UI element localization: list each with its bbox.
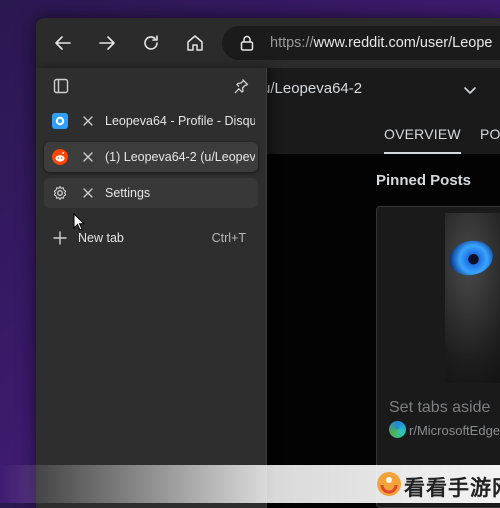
gear-icon [53, 185, 67, 201]
pinned-posts-heading: Pinned Posts [376, 172, 472, 189]
tab-title: Leopeva64 - Profile - Disqus [105, 114, 255, 128]
address-bar[interactable]: https://www.reddit.com/user/Leope [222, 26, 500, 60]
close-icon[interactable] [80, 185, 96, 201]
profile-name: u/Leopeva64-2 [262, 80, 363, 97]
watermark-text: 看看手游网 [404, 476, 500, 500]
tab-actions-icon[interactable] [52, 77, 70, 95]
pin-icon[interactable] [232, 77, 250, 95]
edge-logo-icon [389, 421, 406, 438]
url-host-path: www.reddit.com/user/Leope [313, 35, 493, 51]
forward-button[interactable] [94, 30, 120, 56]
panel-header [36, 68, 266, 104]
post-thumbnail [445, 213, 500, 383]
vertical-tabs-panel: Leopeva64 - Profile - Disqus (1) Leopeva… [36, 68, 267, 508]
browser-window: https://www.reddit.com/user/Leope u/Leop… [36, 18, 500, 508]
new-tab-shortcut: Ctrl+T [211, 231, 246, 245]
new-tab-label: New tab [78, 231, 124, 245]
tab-title: Settings [105, 186, 151, 200]
chevron-down-icon[interactable] [462, 82, 478, 98]
close-icon[interactable] [80, 113, 96, 129]
post-title[interactable]: Set tabs aside [389, 399, 490, 417]
refresh-button[interactable] [138, 30, 164, 56]
disqus-icon [52, 113, 68, 129]
arrow-left-icon [55, 36, 71, 50]
tab-overview[interactable]: OVERVIEW [384, 126, 461, 154]
pinned-post-card[interactable]: Set tabs aside r/MicrosoftEdge [376, 206, 500, 508]
address-url: https://www.reddit.com/user/Leope [270, 35, 492, 51]
vertical-tab-reddit[interactable]: (1) Leopeva64-2 (u/Leopeva64-2) - Reddit [44, 142, 258, 172]
refresh-icon [144, 35, 158, 50]
mouse-cursor-icon [73, 213, 85, 231]
home-button[interactable] [182, 30, 208, 56]
reddit-icon [52, 149, 68, 165]
browser-toolbar: https://www.reddit.com/user/Leope [36, 18, 500, 68]
subreddit-link[interactable]: r/MicrosoftEdge [409, 423, 500, 438]
arrow-right-icon [99, 36, 115, 50]
lock-icon[interactable] [238, 34, 256, 52]
back-button[interactable] [50, 30, 76, 56]
tab-title: (1) Leopeva64-2 (u/Leopeva64-2) - Reddit [105, 150, 255, 164]
plus-icon [53, 231, 67, 245]
vertical-tab-disqus[interactable]: Leopeva64 - Profile - Disqus [44, 106, 258, 136]
close-icon[interactable] [80, 149, 96, 165]
vertical-tab-settings[interactable]: Settings [44, 178, 258, 208]
url-scheme: https:// [270, 35, 314, 51]
tab-posts[interactable]: PO [480, 126, 500, 142]
cat-eye [445, 236, 497, 280]
home-icon [187, 35, 203, 51]
watermark-logo [377, 472, 401, 496]
